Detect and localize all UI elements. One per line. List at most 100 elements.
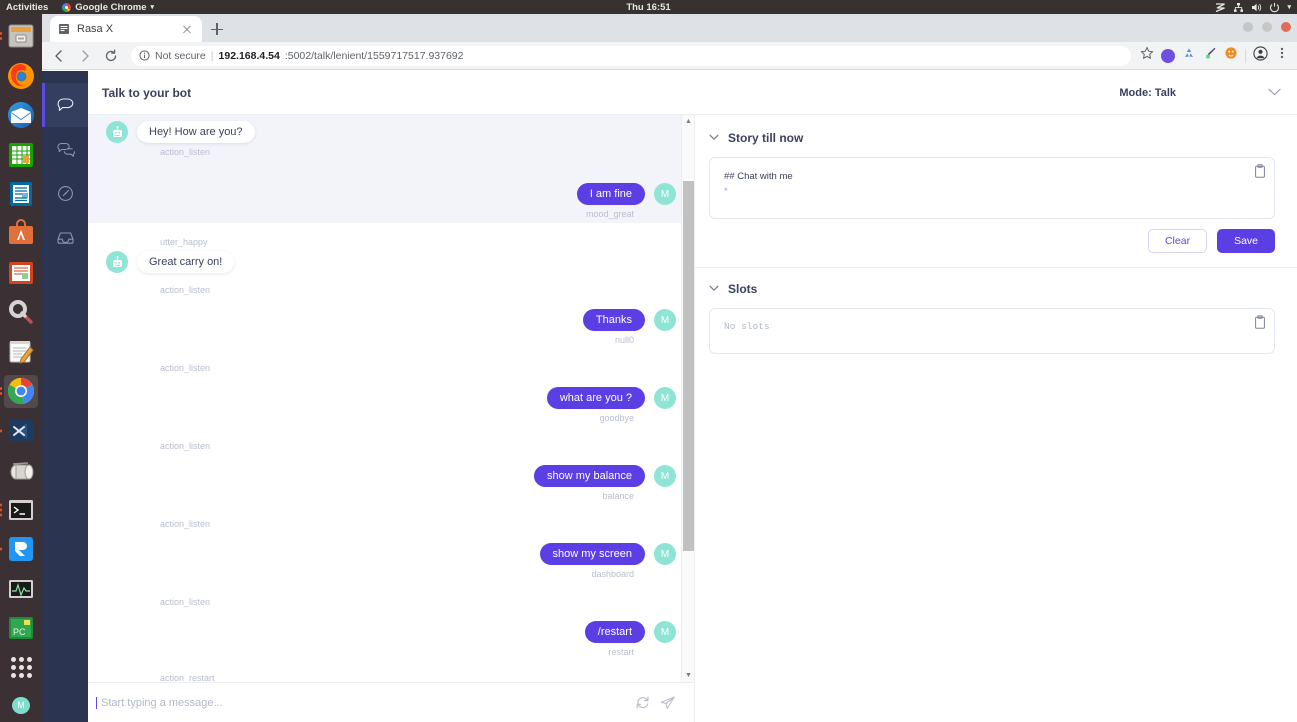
robot-icon [112, 255, 122, 267]
story-textarea[interactable]: ## Chat with me * [709, 157, 1275, 219]
tab-rasa-x[interactable]: Rasa X [50, 16, 202, 42]
clipboard-icon[interactable] [1254, 315, 1266, 334]
dock-user-avatar[interactable]: M [12, 696, 30, 714]
window-controls [1243, 22, 1291, 32]
google-chrome-icon [7, 378, 35, 405]
omnibox-divider: | [210, 49, 214, 62]
slots-panel-header[interactable]: Slots [709, 282, 1275, 296]
extension-purple-icon[interactable] [1161, 48, 1175, 63]
dock-item-pycharm[interactable]: PC [4, 612, 38, 644]
chat-turn[interactable]: action_listen what are you ? M goodbye [88, 349, 694, 427]
show-applications-button[interactable] [4, 651, 38, 683]
story-panel-actions: Clear Save [709, 229, 1275, 253]
dock-item-libreoffice-writer[interactable] [4, 178, 38, 210]
story-panel-header[interactable]: Story till now [709, 131, 1275, 145]
dock-item-settings-tools[interactable] [4, 296, 38, 328]
network-wired-icon[interactable] [1233, 2, 1244, 13]
profile-avatar-icon[interactable] [1253, 45, 1268, 66]
extension-cloud-icon[interactable] [1182, 46, 1196, 65]
dock-item-rasa[interactable] [0, 533, 38, 565]
clear-button[interactable]: Clear [1147, 229, 1208, 253]
chevron-down-icon[interactable] [709, 133, 719, 143]
bot-action-label: action_listen [160, 597, 211, 607]
dock-item-system-monitor[interactable] [4, 572, 38, 604]
send-icon[interactable] [660, 695, 676, 711]
chrome-menu-button[interactable] [1275, 46, 1289, 65]
chat-turn[interactable]: Hey! How are you? action_listen I am fin… [88, 115, 694, 223]
chat-turn[interactable]: action_listen show my balance M balance [88, 427, 694, 505]
activities-button[interactable]: Activities [6, 2, 48, 13]
user-avatar: M [654, 183, 676, 205]
reload-button[interactable] [100, 45, 122, 67]
dock-item-files[interactable] [0, 20, 38, 52]
url-path: :5002/talk/lenient/1559717517.937692 [284, 49, 464, 62]
close-button[interactable] [1281, 22, 1291, 32]
maximize-button[interactable] [1262, 22, 1272, 32]
dock-item-libreoffice-calc[interactable] [4, 138, 38, 170]
running-indicator [0, 32, 2, 41]
save-button[interactable]: Save [1217, 229, 1275, 253]
scroll-down-arrow-icon[interactable]: ▼ [682, 669, 694, 682]
new-tab-button[interactable] [206, 18, 228, 40]
running-indicator [0, 547, 2, 551]
dock-item-google-chrome[interactable] [0, 375, 38, 408]
system-tray: ▾ [1215, 2, 1291, 13]
power-icon[interactable] [1269, 2, 1280, 13]
vpn-icon[interactable] [1215, 2, 1226, 13]
address-bar[interactable]: Not secure | 192.168.4.54:5002/talk/leni… [131, 45, 1131, 66]
back-button[interactable] [48, 45, 70, 67]
dock-item-vs-code[interactable] [0, 415, 38, 447]
volume-icon[interactable] [1251, 2, 1262, 13]
sidebar-item-conversations[interactable] [42, 127, 88, 171]
archive-manager-icon [10, 462, 34, 480]
app-menu-button[interactable]: Google Chrome ▾ [62, 2, 154, 13]
tab-close-icon[interactable] [180, 22, 194, 36]
files-icon [8, 24, 34, 48]
gnome-top-bar: Activities Google Chrome ▾ Thu 16:51 ▾ [0, 0, 1297, 14]
bot-message-row: Great carry on! [106, 251, 676, 273]
dock-item-ubuntu-software[interactable] [4, 217, 38, 249]
chat-turn-final[interactable]: action_restart [88, 661, 694, 682]
user-message-row: /restart M [106, 621, 676, 643]
user-avatar: M [654, 543, 676, 565]
pycharm-icon: PC [9, 617, 33, 640]
app-body: Hey! How are you? action_listen I am fin… [88, 115, 1297, 722]
sidebar-item-models[interactable] [42, 171, 88, 215]
sidebar-item-inbox[interactable] [42, 215, 88, 259]
scroll-up-arrow-icon[interactable]: ▲ [682, 115, 694, 128]
system-monitor-icon [9, 579, 33, 598]
slots-box[interactable]: No slots [709, 308, 1275, 354]
extension-eyedropper-icon[interactable] [1203, 46, 1217, 65]
browser-toolbar: Not secure | 192.168.4.54:5002/talk/leni… [42, 42, 1297, 70]
mode-selector[interactable]: Mode: Talk [1119, 87, 1281, 99]
forward-button[interactable] [74, 45, 96, 67]
dock-item-libreoffice-impress[interactable] [4, 257, 38, 289]
minimize-button[interactable] [1243, 22, 1253, 32]
story-panel: Story till now ## Chat with me * Clear S… [695, 115, 1297, 253]
chevron-down-icon[interactable]: ▾ [1287, 3, 1291, 11]
dock-item-archive-manager[interactable] [4, 454, 38, 486]
dock-item-terminal[interactable] [0, 493, 38, 525]
bot-avatar [106, 251, 128, 273]
extension-orange-icon[interactable] [1224, 46, 1238, 65]
mode-label: Mode: Talk [1119, 86, 1176, 99]
bot-message: Great carry on! [137, 251, 235, 273]
chat-scrollbar[interactable]: ▲ ▼ [681, 115, 694, 682]
scrollbar-thumb[interactable] [683, 181, 694, 551]
chevron-down-icon[interactable] [709, 284, 719, 294]
chat-turn[interactable]: utter_happy Great carry on! action_liste… [88, 223, 694, 349]
slots-panel-title: Slots [728, 282, 758, 296]
dock-item-firefox[interactable] [4, 59, 38, 91]
bookmark-star-icon[interactable] [1140, 46, 1154, 65]
user-message: Thanks [582, 309, 645, 331]
message-composer [88, 682, 694, 722]
message-input[interactable] [96, 696, 625, 709]
sidebar-item-chat[interactable] [42, 83, 88, 127]
chat-turn[interactable]: action_listen show my screen M dashboard [88, 505, 694, 583]
chat-turn[interactable]: action_listen /restart M restart [88, 583, 694, 661]
restart-icon[interactable] [635, 695, 650, 710]
dock-item-text-editor[interactable] [4, 336, 38, 368]
dock-item-thunderbird[interactable] [4, 99, 38, 131]
bot-action-label: action_listen [160, 519, 211, 529]
clipboard-icon[interactable] [1254, 164, 1266, 183]
